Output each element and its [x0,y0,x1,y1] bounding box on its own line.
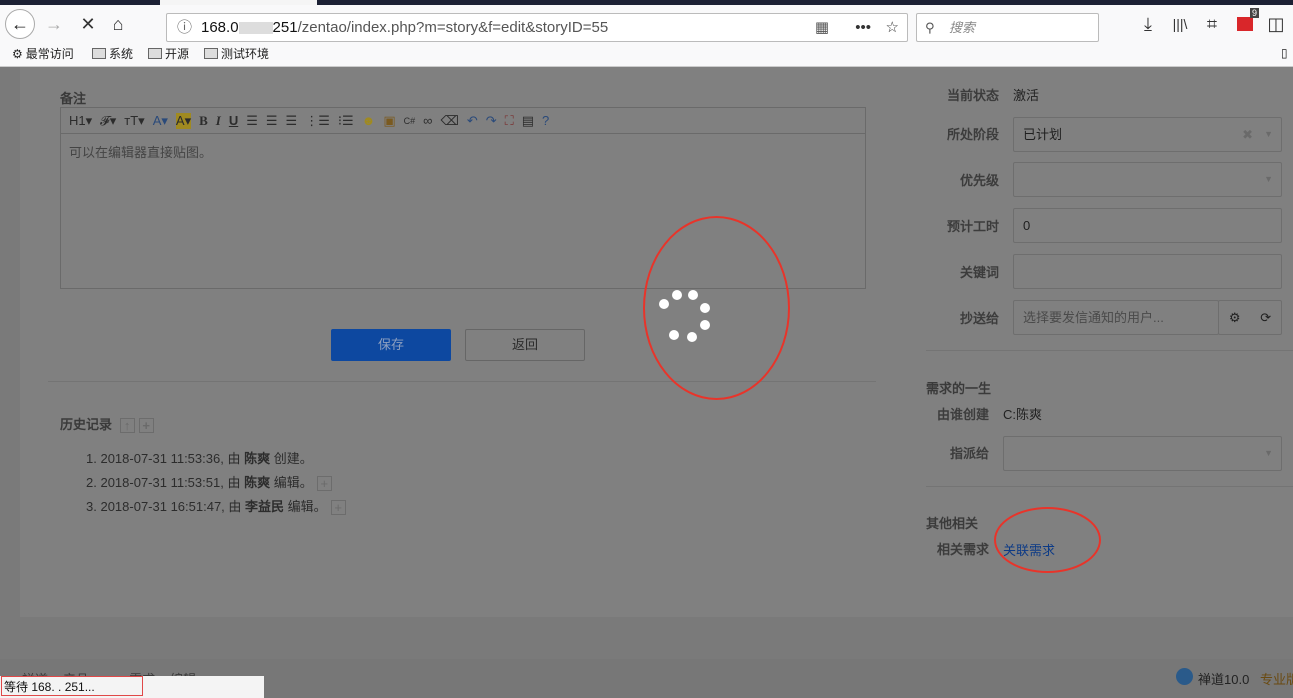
bookmark-most-visited[interactable]: ⚙ 最常访问 [12,45,74,62]
url-bar[interactable]: ⓘ 168.0 251/zentao/index.php?m=story&f=edi… [166,13,908,42]
mailto-actions: ⚙ ⟳ [1218,300,1282,335]
redacted [238,22,273,35]
search-input[interactable]: ⚲ 搜索 [916,13,1099,42]
library-icon[interactable]: |||\ [1166,11,1194,37]
history-title: 历史记录 ↑ + [60,414,154,434]
estimate-input[interactable]: 0 [1013,208,1282,243]
bookmark-system[interactable]: 系统 [92,45,133,62]
help-icon[interactable]: ? [542,113,549,128]
info-icon[interactable]: ⓘ [177,14,192,41]
forward-button[interactable]: → [40,11,68,37]
align-center-icon[interactable]: ☰ [266,113,278,129]
more-icon[interactable]: ••• [855,14,871,41]
save-button[interactable]: 保存 [331,329,451,361]
bookmark-opensource[interactable]: 开源 [148,45,189,62]
unordered-list-icon[interactable]: ⁝☰ [338,113,354,129]
gear-icon[interactable]: ⚙ [1229,301,1241,334]
mailto-label: 抄送给 [959,311,999,326]
keywords-input[interactable] [1013,254,1282,289]
folder-icon [204,48,218,59]
font-size-button[interactable]: тT▾ [124,113,144,129]
other-title: 其他相关 [926,516,979,531]
sidebar-icon[interactable]: ◫ [1262,11,1290,37]
bg-color-button[interactable]: A▾ [175,112,192,129]
home-button[interactable]: ⌂ [104,11,132,37]
image-icon[interactable]: ▣ [383,113,395,129]
back-button[interactable]: ← [5,9,35,39]
mobile-icon[interactable]: ▯ [1281,46,1288,60]
annotation-box [1,676,143,696]
priority-label: 优先级 [959,173,999,188]
align-right-icon[interactable]: ☰ [286,113,298,129]
status-value: 激活 [1013,88,1040,103]
status-label: 当前状态 [946,88,999,103]
eraser-icon[interactable]: ⌫ [440,113,458,129]
code-icon[interactable]: C# [404,116,416,126]
editor-placeholder: 可以在编辑器直接贴图。 [69,145,213,160]
assign-select[interactable]: ▼ [1003,436,1282,471]
bookmarks-bar [0,42,1293,67]
bookmark-star-icon[interactable]: ☆ [886,14,899,41]
align-left-icon[interactable]: ☰ [246,113,258,129]
keywords-label: 关键词 [959,265,999,280]
undo-icon[interactable]: ↶ [467,113,478,129]
mailto-input[interactable]: 选择要发信通知的用户... [1013,300,1219,335]
qr-icon[interactable]: ▦ [815,14,829,41]
refresh-icon[interactable]: ⟳ [1260,301,1271,334]
crop-icon[interactable]: ⌗ [1198,11,1226,37]
expand-icon[interactable]: + [330,500,346,516]
history-item: 3. 2018-07-31 16:51:47, 由 李益民 编辑。 + [86,496,346,516]
bold-button[interactable]: B [199,113,208,129]
search-icon: ⚲ [925,20,935,35]
clear-icon[interactable]: ✖ [1242,118,1253,151]
ordered-list-icon[interactable]: ⋮☰ [305,113,330,129]
back-button-form[interactable]: 返回 [465,329,585,361]
underline-button[interactable]: U [229,113,238,128]
chevron-down-icon: ▼ [1264,174,1273,184]
editor-toolbar: H1▾ 𝓕▾ тT▾ A▾ A▾ B I U ☰ ☰ ☰ ⋮☰ ⁝☰ ☻ ▣ C… [61,108,865,134]
folder-icon [148,48,162,59]
assign-label: 指派给 [949,446,989,461]
zentao-logo-icon [1176,668,1193,685]
chevron-down-icon: ▼ [1264,129,1273,139]
history-item: 1. 2018-07-31 11:53:36, 由 陈爽 创建。 [86,451,313,466]
version-label[interactable]: 禅道10.0 [1198,669,1249,688]
download-icon[interactable]: ⤓ [1134,11,1162,37]
chevron-down-icon: ▼ [1264,448,1273,458]
divider [926,350,1293,351]
gear-icon: ⚙ [12,46,23,61]
font-color-button[interactable]: A▾ [153,113,168,129]
comment-label: 备注 [60,91,87,106]
estimate-label: 预计工时 [946,219,999,234]
creator-value: C:陈爽 [1003,407,1043,422]
paste-icon[interactable]: ▤ [522,113,534,129]
italic-button[interactable]: I [216,113,221,129]
nav-bar: ← → ✕ ⌂ ⓘ 168.0 251/zentao/index.php?m=sto… [0,5,1293,42]
extension-icon[interactable]: 9 [1231,8,1259,37]
priority-select[interactable]: ▼ [1013,162,1282,197]
redo-icon[interactable]: ↷ [486,113,497,129]
link-icon[interactable]: ∞ [423,113,432,128]
bookmark-test-env[interactable]: 测试环境 [204,45,269,62]
expand-icon[interactable]: + [316,476,332,492]
folder-icon [92,48,106,59]
divider [926,486,1293,487]
history-item: 2. 2018-07-31 11:53:51, 由 陈爽 编辑。 + [86,472,332,492]
stop-button[interactable]: ✕ [74,11,102,37]
stage-label: 所处阶段 [946,127,999,142]
expand-all-icon[interactable]: + [138,418,154,434]
collapse-up-icon[interactable]: ↑ [119,418,135,434]
annotation-circle [994,507,1101,573]
life-title: 需求的一生 [926,381,992,396]
emoticon-icon[interactable]: ☻ [362,113,376,128]
fullscreen-icon[interactable]: ⛶ [505,113,514,129]
heading-button[interactable]: H1▾ [69,113,92,129]
font-button[interactable]: 𝓕▾ [100,113,116,129]
edition-link[interactable]: 专业版 [1260,669,1293,688]
stage-select[interactable]: 已计划 ✖ ▼ [1013,117,1282,152]
